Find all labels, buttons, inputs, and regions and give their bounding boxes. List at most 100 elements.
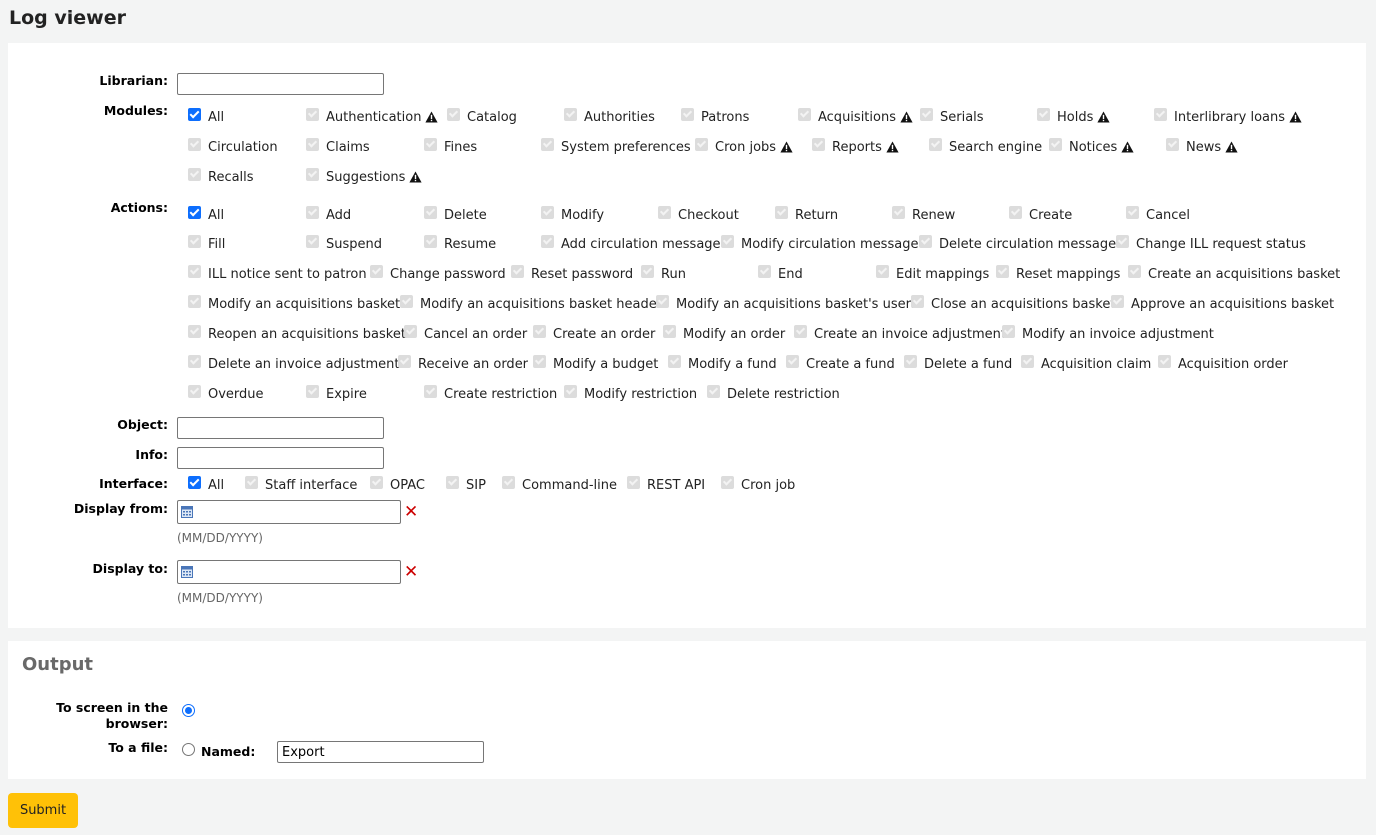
module-checkbox-notices[interactable]: Notices (1049, 137, 1134, 156)
object-input[interactable] (177, 417, 384, 439)
checkbox-disabled-icon[interactable] (1158, 354, 1171, 368)
action-checkbox-renew[interactable]: Renew (892, 205, 955, 224)
action-checkbox-create-an-invoice-adjustment[interactable]: Create an invoice adjustment (794, 324, 1006, 343)
module-checkbox-suggestions[interactable]: Suggestions (306, 167, 423, 186)
checkbox-disabled-icon[interactable] (658, 205, 671, 219)
clear-display-from-icon[interactable]: ✕ (404, 504, 418, 521)
action-checkbox-edit-mappings[interactable]: Edit mappings (876, 264, 989, 283)
action-checkbox-ill-notice-sent-to-patron[interactable]: ILL notice sent to patron (188, 264, 367, 283)
action-checkbox-cancel[interactable]: Cancel (1126, 205, 1190, 224)
checkbox-disabled-icon[interactable] (641, 264, 654, 278)
checkbox-disabled-icon[interactable] (721, 234, 734, 248)
checkbox-disabled-icon[interactable] (911, 294, 924, 308)
module-checkbox-acquisitions[interactable]: Acquisitions (798, 107, 913, 126)
checkbox-disabled-icon[interactable] (424, 234, 437, 248)
action-checkbox-modify-a-budget[interactable]: Modify a budget (533, 354, 658, 373)
module-checkbox-all[interactable]: All (188, 107, 224, 126)
action-checkbox-create-an-order[interactable]: Create an order (533, 324, 655, 343)
action-checkbox-modify[interactable]: Modify (541, 205, 604, 224)
checkbox-disabled-icon[interactable] (306, 205, 319, 219)
action-checkbox-delete[interactable]: Delete (424, 205, 487, 224)
action-checkbox-create-a-fund[interactable]: Create a fund (786, 354, 895, 373)
module-checkbox-patrons[interactable]: Patrons (681, 107, 749, 126)
action-checkbox-reopen-an-acquisitions-basket[interactable]: Reopen an acquisitions basket (188, 324, 406, 343)
action-checkbox-modify-an-invoice-adjustment[interactable]: Modify an invoice adjustment (1002, 324, 1214, 343)
checkbox-disabled-icon[interactable] (447, 107, 460, 121)
checkbox-disabled-icon[interactable] (1116, 234, 1129, 248)
checkbox-disabled-icon[interactable] (306, 137, 319, 151)
checkbox-disabled-icon[interactable] (1126, 205, 1139, 219)
module-checkbox-holds[interactable]: Holds (1037, 107, 1110, 126)
checkbox-disabled-icon[interactable] (188, 294, 201, 308)
action-checkbox-add[interactable]: Add (306, 205, 351, 224)
action-checkbox-delete-circulation-message[interactable]: Delete circulation message (919, 234, 1116, 253)
checkbox-disabled-icon[interactable] (188, 234, 201, 248)
action-checkbox-acquisition-claim[interactable]: Acquisition claim (1021, 354, 1151, 373)
checkbox-disabled-icon[interactable] (996, 264, 1009, 278)
checkbox-disabled-icon[interactable] (541, 234, 554, 248)
clear-display-to-icon[interactable]: ✕ (404, 564, 418, 581)
action-checkbox-change-password[interactable]: Change password (370, 264, 506, 283)
checkbox-disabled-icon[interactable] (794, 324, 807, 338)
action-checkbox-expire[interactable]: Expire (306, 384, 367, 403)
checkbox-disabled-icon[interactable] (929, 137, 942, 151)
action-checkbox-create[interactable]: Create (1009, 205, 1072, 224)
checkbox-disabled-icon[interactable] (758, 264, 771, 278)
checkbox-disabled-icon[interactable] (681, 107, 694, 121)
module-checkbox-reports[interactable]: Reports (812, 137, 899, 156)
action-checkbox-modify-an-acquisitions-basket-header[interactable]: Modify an acquisitions basket header (400, 294, 662, 313)
display-to-input[interactable] (177, 560, 401, 584)
checkbox-disabled-icon[interactable] (446, 475, 459, 489)
module-checkbox-search-engine[interactable]: Search engine (929, 137, 1042, 156)
checkbox-disabled-icon[interactable] (188, 137, 201, 151)
action-checkbox-approve-an-acquisitions-basket[interactable]: Approve an acquisitions basket (1111, 294, 1334, 313)
checkbox-disabled-icon[interactable] (1037, 107, 1050, 121)
action-checkbox-create-an-acquisitions-basket[interactable]: Create an acquisitions basket (1128, 264, 1340, 283)
action-checkbox-all[interactable]: All (188, 205, 224, 224)
action-checkbox-fill[interactable]: Fill (188, 234, 225, 253)
checkbox-disabled-icon[interactable] (188, 354, 201, 368)
interface-checkbox-opac[interactable]: OPAC (370, 475, 425, 494)
checkbox-disabled-icon[interactable] (533, 354, 546, 368)
interface-checkbox-command-line[interactable]: Command-line (502, 475, 617, 494)
action-checkbox-delete-an-invoice-adjustment[interactable]: Delete an invoice adjustment (188, 354, 400, 373)
checkbox-disabled-icon[interactable] (370, 264, 383, 278)
checkbox-checked-icon[interactable] (188, 107, 201, 121)
module-checkbox-circulation[interactable]: Circulation (188, 137, 278, 156)
module-checkbox-authentication[interactable]: Authentication (306, 107, 439, 126)
checkbox-checked-icon[interactable] (188, 205, 201, 219)
submit-button[interactable]: Submit (8, 793, 78, 828)
module-checkbox-news[interactable]: News (1166, 137, 1238, 156)
module-checkbox-fines[interactable]: Fines (424, 137, 477, 156)
action-checkbox-delete-restriction[interactable]: Delete restriction (707, 384, 840, 403)
interface-checkbox-cron-job[interactable]: Cron job (721, 475, 795, 494)
action-checkbox-checkout[interactable]: Checkout (658, 205, 739, 224)
checkbox-disabled-icon[interactable] (188, 384, 201, 398)
action-checkbox-return[interactable]: Return (775, 205, 838, 224)
checkbox-disabled-icon[interactable] (188, 167, 201, 181)
checkbox-disabled-icon[interactable] (786, 354, 799, 368)
action-checkbox-overdue[interactable]: Overdue (188, 384, 264, 403)
checkbox-disabled-icon[interactable] (188, 324, 201, 338)
checkbox-disabled-icon[interactable] (541, 137, 554, 151)
module-checkbox-authorities[interactable]: Authorities (564, 107, 655, 126)
action-checkbox-modify-an-acquisitions-basket[interactable]: Modify an acquisitions basket (188, 294, 400, 313)
action-checkbox-reset-mappings[interactable]: Reset mappings (996, 264, 1120, 283)
action-checkbox-modify-a-fund[interactable]: Modify a fund (668, 354, 777, 373)
module-checkbox-system-preferences[interactable]: System preferences (541, 137, 691, 156)
action-checkbox-cancel-an-order[interactable]: Cancel an order (404, 324, 527, 343)
to-file-radio[interactable] (182, 743, 195, 756)
checkbox-disabled-icon[interactable] (627, 475, 640, 489)
checkbox-disabled-icon[interactable] (1154, 107, 1167, 121)
checkbox-disabled-icon[interactable] (663, 324, 676, 338)
action-checkbox-acquisition-order[interactable]: Acquisition order (1158, 354, 1288, 373)
module-checkbox-catalog[interactable]: Catalog (447, 107, 517, 126)
checkbox-disabled-icon[interactable] (306, 167, 319, 181)
checkbox-disabled-icon[interactable] (695, 137, 708, 151)
checkbox-disabled-icon[interactable] (1128, 264, 1141, 278)
interface-checkbox-rest-api[interactable]: REST API (627, 475, 705, 494)
action-checkbox-modify-an-order[interactable]: Modify an order (663, 324, 785, 343)
checkbox-disabled-icon[interactable] (656, 294, 669, 308)
interface-checkbox-sip[interactable]: SIP (446, 475, 486, 494)
action-checkbox-end[interactable]: End (758, 264, 803, 283)
